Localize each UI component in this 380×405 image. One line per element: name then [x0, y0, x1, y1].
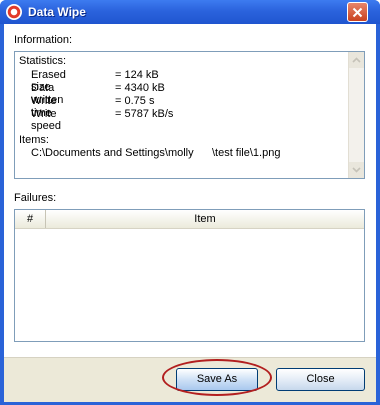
failures-label: Failures:	[14, 192, 57, 204]
close-button[interactable]: Close	[276, 368, 365, 391]
scroll-up-button[interactable]	[349, 52, 364, 68]
stat-name: Write speed	[31, 108, 61, 132]
data-wipe-window: Data Wipe Information: Statistics: Erase…	[0, 0, 380, 405]
close-icon	[352, 7, 363, 18]
stat-value: = 4340 kB	[115, 82, 165, 94]
information-label: Information:	[14, 34, 73, 46]
information-panel: Statistics: Erased size = 124 kB Data wr…	[14, 51, 365, 179]
statistics-heading: Statistics:	[19, 55, 67, 67]
lifebuoy-icon	[6, 4, 22, 20]
window-client-area: Information: Statistics: Erased size = 1…	[4, 24, 376, 402]
dialog-footer: Save As Close	[4, 357, 376, 402]
chevron-up-icon	[352, 57, 361, 63]
chevron-down-icon	[352, 167, 361, 173]
stat-value: = 124 kB	[115, 69, 159, 81]
highlight-annotation	[162, 359, 272, 396]
column-header-item[interactable]: Item	[46, 210, 364, 228]
window-title: Data Wipe	[28, 5, 86, 19]
stat-value: = 5787 kB/s	[115, 108, 174, 120]
item-path: C:\Documents and Settings\molly \test fi…	[31, 147, 281, 159]
stat-value: = 0.75 s	[115, 95, 155, 107]
information-scrollbar[interactable]	[348, 52, 364, 178]
column-header-number[interactable]: #	[15, 210, 46, 228]
title-bar[interactable]: Data Wipe	[0, 0, 380, 24]
failures-list[interactable]: # Item	[14, 209, 365, 342]
failures-list-header: # Item	[15, 210, 364, 229]
items-heading: Items:	[19, 134, 49, 146]
close-window-button[interactable]	[347, 2, 368, 22]
scroll-down-button[interactable]	[349, 162, 364, 178]
